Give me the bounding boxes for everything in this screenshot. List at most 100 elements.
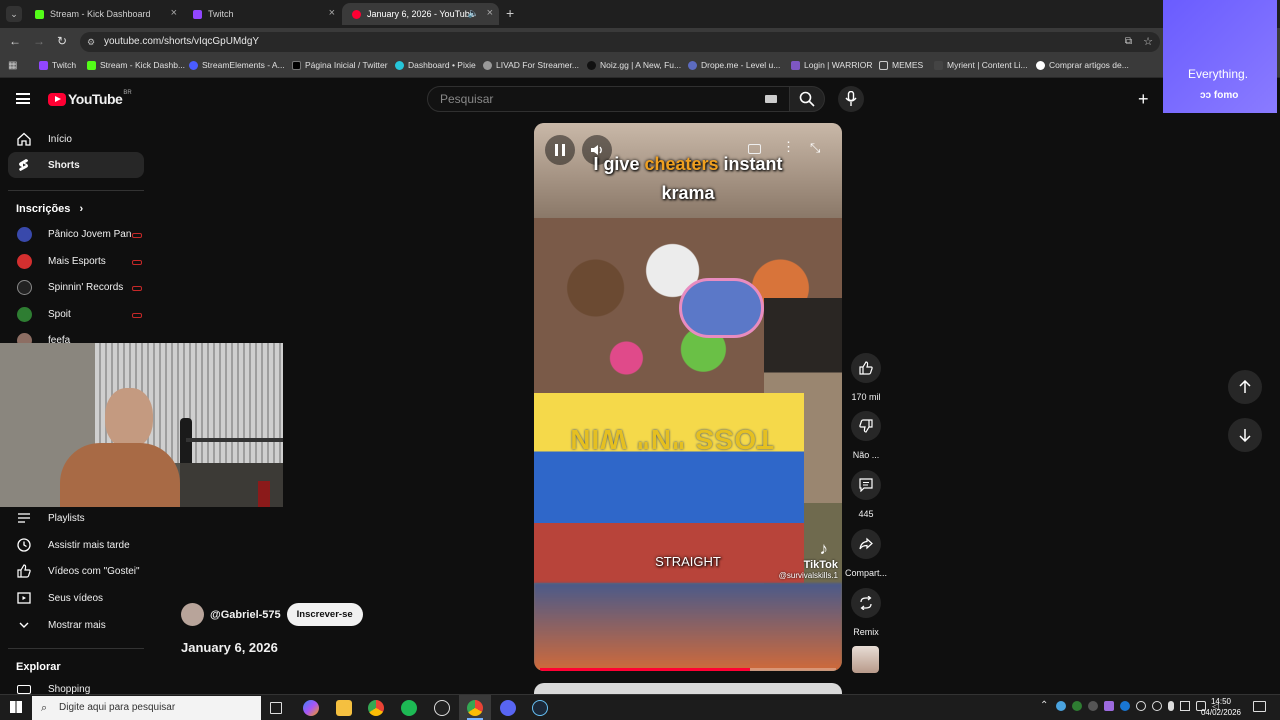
keyboard-icon[interactable] xyxy=(765,95,777,103)
taskbar-search-input[interactable]: ⌕ Digite aqui para pesquisar xyxy=(32,696,261,720)
bookmark-myrient[interactable]: Myrient | Content Li... xyxy=(934,60,1028,70)
site-info-icon[interactable]: ⚙ xyxy=(87,32,95,52)
apps-grid-icon[interactable]: ▦ xyxy=(8,60,17,71)
more-options-icon[interactable]: ⋮ xyxy=(782,139,795,155)
back-icon[interactable]: ← xyxy=(9,34,21,48)
remix-button[interactable]: Remix xyxy=(848,588,884,637)
tray-app-icon[interactable] xyxy=(1136,701,1146,711)
windows-start-icon[interactable] xyxy=(10,701,22,713)
bookmark-google-shopping[interactable]: Comprar artigos de... xyxy=(1036,60,1129,70)
tray-app-icon[interactable] xyxy=(1180,701,1190,711)
sound-thumbnail[interactable] xyxy=(852,646,879,673)
fomo-ad[interactable]: Everything. ↄↄ fomo xyxy=(1163,0,1277,113)
discord-icon[interactable] xyxy=(500,700,516,716)
subscription-item[interactable]: Pânico Jovem Pan xyxy=(8,222,144,248)
bookmark-pixie[interactable]: Dashboard • Pixie xyxy=(395,60,476,70)
channel-avatar xyxy=(17,227,32,242)
close-tab-icon[interactable]: × xyxy=(329,7,335,19)
clock[interactable]: 14:50 04/02/2026 xyxy=(1196,696,1246,718)
copilot-icon[interactable] xyxy=(303,700,319,716)
next-short-button[interactable] xyxy=(1228,418,1262,452)
tray-app-icon[interactable] xyxy=(1056,701,1066,711)
spotify-icon[interactable] xyxy=(401,700,417,716)
bookmark-warrior[interactable]: Login | WARRIOR xyxy=(791,60,873,70)
install-app-icon[interactable]: ⧉ xyxy=(1125,32,1132,52)
sidebar-item-watch-later[interactable]: Assistir mais tarde xyxy=(8,532,144,558)
microphone-icon[interactable] xyxy=(1168,701,1174,711)
chrome-icon[interactable] xyxy=(368,700,384,716)
share-button-circle[interactable] xyxy=(851,529,881,559)
next-short-preview[interactable] xyxy=(534,683,842,694)
close-tab-icon[interactable]: × xyxy=(487,7,493,19)
shorts-video-player[interactable]: TOSS "N" WIN ⋮ ⤡ I give cheaters instant… xyxy=(534,123,842,671)
bookmark-livad[interactable]: LIVAD For Streamer... xyxy=(483,60,579,70)
channel-avatar[interactable] xyxy=(181,603,204,626)
captions-icon[interactable] xyxy=(748,144,761,154)
tab-list-chevron-icon[interactable]: ⌄ xyxy=(6,6,22,22)
bookmark-label: LIVAD For Streamer... xyxy=(496,60,579,70)
bookmark-star-icon[interactable]: ☆ xyxy=(1143,32,1153,52)
sidebar-item-home[interactable]: Início xyxy=(8,126,144,152)
task-view-icon[interactable] xyxy=(270,702,282,714)
remix-button-circle[interactable] xyxy=(851,588,881,618)
file-explorer-icon[interactable] xyxy=(336,700,352,716)
forward-icon[interactable]: → xyxy=(33,34,45,48)
dislike-button[interactable]: Não ... xyxy=(848,411,884,460)
video-progress-track[interactable] xyxy=(540,668,836,671)
tray-app-icon[interactable] xyxy=(1088,701,1098,711)
tab-kick[interactable]: Stream - Kick Dashboard × xyxy=(25,3,183,25)
search-button[interactable] xyxy=(789,86,825,112)
bookmark-kick[interactable]: Stream - Kick Dashb... xyxy=(87,60,185,70)
video-title: January 6, 2026 xyxy=(181,640,278,655)
like-button[interactable]: 170 mil xyxy=(848,353,884,402)
channel-info: @Gabriel-575 Inscrever-se xyxy=(181,603,363,626)
sidebar-item-shorts[interactable]: Shorts xyxy=(8,152,144,178)
subscription-item[interactable]: Spinnin' Records xyxy=(8,275,144,301)
tray-expand-icon[interactable]: ⌃ xyxy=(1040,700,1048,711)
create-button[interactable]: + xyxy=(1138,88,1162,110)
bookmark-twitch[interactable]: Twitch xyxy=(39,60,76,70)
address-bar[interactable]: ⚙ youtube.com/shorts/vIqcGpUMdgY ⧉ ☆ xyxy=(80,32,1160,52)
obs-icon[interactable] xyxy=(434,700,450,716)
like-button-circle[interactable] xyxy=(851,353,881,383)
bookmark-twitter[interactable]: Página Inicial / Twitter xyxy=(292,60,388,70)
tab-youtube[interactable]: January 6, 2026 - YouTube 🔈 × xyxy=(342,3,499,25)
tray-app-icon[interactable] xyxy=(1072,701,1082,711)
share-button[interactable]: Compart... xyxy=(843,529,889,578)
myrient-icon xyxy=(934,60,943,70)
sidebar-item-playlists[interactable]: Playlists xyxy=(8,505,144,531)
subscribe-button[interactable]: Inscrever-se xyxy=(286,603,363,626)
close-tab-icon[interactable]: × xyxy=(171,7,177,19)
previous-short-button[interactable] xyxy=(1228,370,1262,404)
subscription-item[interactable]: Mais Esports xyxy=(8,249,144,275)
video-caption-line1: I give cheaters instant xyxy=(534,154,842,175)
chrome-active-button[interactable] xyxy=(459,695,491,720)
notifications-icon[interactable] xyxy=(1253,701,1266,712)
subscriptions-title[interactable]: Inscrições › xyxy=(16,203,83,215)
channel-handle[interactable]: @Gabriel-575 xyxy=(210,609,281,621)
bookmark-drope[interactable]: Drope.me - Level u... xyxy=(688,60,780,70)
comments-button-circle[interactable] xyxy=(851,470,881,500)
audio-playing-icon[interactable]: 🔈 xyxy=(468,8,479,19)
bookmark-noiz[interactable]: Noiz.gg | A New, Fu... xyxy=(587,60,681,70)
search-input[interactable]: Pesquisar xyxy=(427,86,790,112)
steam-icon[interactable] xyxy=(532,700,548,716)
dislike-button-circle[interactable] xyxy=(851,411,881,441)
subscription-item[interactable]: Spoit xyxy=(8,302,144,328)
hamburger-menu-icon[interactable] xyxy=(16,93,30,104)
tray-app-icon[interactable] xyxy=(1104,701,1114,711)
bluetooth-icon[interactable] xyxy=(1120,701,1130,711)
tab-twitch[interactable]: Twitch × xyxy=(183,3,341,25)
sidebar-item-show-more[interactable]: Mostrar mais xyxy=(8,612,144,638)
comments-button[interactable]: 445 xyxy=(848,470,884,519)
reload-icon[interactable]: ↻ xyxy=(57,34,67,48)
tray-app-icon[interactable] xyxy=(1152,701,1162,711)
sidebar-item-shopping[interactable]: Shopping xyxy=(8,677,144,694)
bookmark-folder-memes[interactable]: MEMES xyxy=(879,60,923,70)
bookmark-streamelements[interactable]: StreamElements - A... xyxy=(189,60,285,70)
new-tab-button[interactable]: + xyxy=(506,5,514,21)
youtube-logo[interactable]: YouTube BR xyxy=(48,90,132,107)
sidebar-item-liked[interactable]: Vídeos com "Gostei" xyxy=(8,558,144,584)
voice-search-button[interactable] xyxy=(838,86,864,112)
sidebar-item-your-videos[interactable]: Seus vídeos xyxy=(8,585,144,611)
